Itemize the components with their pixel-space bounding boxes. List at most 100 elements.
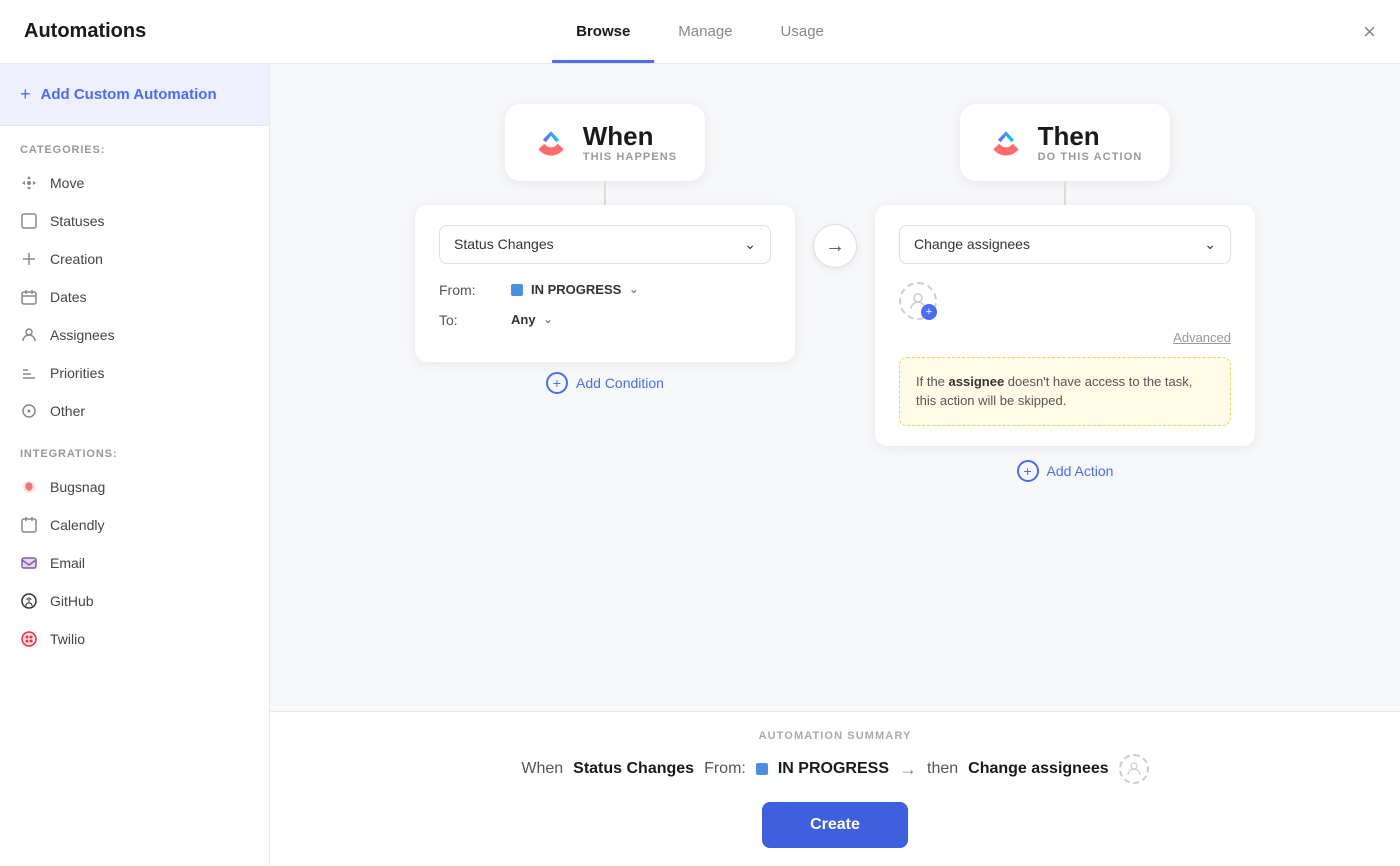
sidebar-item-creation[interactable]: Creation (0, 240, 269, 278)
header-tabs: Browse Manage Usage (552, 2, 848, 62)
summary-content: When Status Changes From: IN PROGRESS → … (330, 754, 1340, 784)
sidebar-item-statuses-label: Statuses (50, 213, 104, 229)
summary-action-bold: Change assignees (968, 760, 1109, 778)
in-progress-dot (511, 284, 523, 296)
action-connector (1064, 181, 1066, 205)
automation-canvas: When THIS HAPPENS Status Changes ⌄ From: (270, 64, 1400, 711)
sidebar-item-calendly-label: Calendly (50, 517, 104, 533)
action-select-chevron: ⌄ (1204, 236, 1216, 253)
trigger-title-block: When THIS HAPPENS (583, 122, 678, 163)
from-label: From: (439, 282, 499, 298)
other-icon (20, 402, 38, 420)
warning-bold: assignee (949, 374, 1005, 389)
integrations-label: INTEGRATIONS: (0, 430, 269, 468)
to-value: Any (511, 312, 536, 327)
calendly-icon (20, 516, 38, 534)
summary-arrow-icon: → (899, 759, 917, 780)
sidebar-item-other-label: Other (50, 403, 85, 419)
github-icon (20, 592, 38, 610)
move-icon (20, 174, 38, 192)
to-chevron-icon: ⌄ (544, 313, 553, 326)
assignees-icon (20, 326, 38, 344)
add-custom-label: Add Custom Automation (41, 86, 217, 103)
add-condition-plus-icon: + (546, 372, 568, 394)
sidebar-item-twilio-label: Twilio (50, 631, 85, 647)
summary-status-bold: Status Changes (573, 760, 694, 778)
twilio-icon (20, 630, 38, 648)
condition-select-value: Status Changes (454, 236, 554, 252)
clickup-logo-action (988, 124, 1024, 160)
summary-then: then (927, 760, 958, 778)
action-section: Then DO THIS ACTION Change assignees ⌄ (875, 104, 1255, 482)
action-select[interactable]: Change assignees ⌄ (899, 225, 1231, 264)
right-arrow-icon: → (825, 235, 845, 258)
summary-from: From: (704, 760, 746, 778)
action-subtitle: DO THIS ACTION (1038, 151, 1143, 163)
arrow-circle: → (813, 224, 857, 268)
clickup-logo-trigger (533, 124, 569, 160)
summary-bar: AUTOMATION SUMMARY When Status Changes F… (270, 711, 1400, 866)
summary-avatar (1119, 754, 1149, 784)
from-chevron-icon: ⌄ (629, 283, 638, 296)
summary-person-icon (1126, 761, 1142, 777)
avatar-plus-icon: + (921, 304, 937, 320)
action-card: Change assignees ⌄ + Advanced (875, 205, 1255, 446)
tab-usage[interactable]: Usage (757, 3, 848, 63)
summary-when: When (521, 760, 563, 778)
from-status-value: IN PROGRESS (531, 282, 621, 297)
sidebar-item-move-label: Move (50, 175, 84, 191)
sidebar-item-statuses[interactable]: Statuses (0, 202, 269, 240)
tab-manage[interactable]: Manage (654, 3, 756, 63)
add-action-plus-icon: + (1017, 460, 1039, 482)
trigger-subtitle: THIS HAPPENS (583, 151, 678, 163)
bugsnag-icon (20, 478, 38, 496)
add-condition-label: Add Condition (576, 375, 664, 391)
sidebar: + Add Custom Automation CATEGORIES: Move… (0, 64, 270, 866)
sidebar-item-assignees[interactable]: Assignees (0, 316, 269, 354)
sidebar-item-dates[interactable]: Dates (0, 278, 269, 316)
add-assignee-button[interactable]: + (899, 282, 937, 320)
sidebar-item-dates-label: Dates (50, 289, 87, 305)
trigger-title: When (583, 122, 678, 151)
add-custom-automation-button[interactable]: + Add Custom Automation (0, 64, 269, 126)
from-value-button[interactable]: IN PROGRESS ⌄ (511, 282, 639, 297)
header: Automations Browse Manage Usage × (0, 0, 1400, 64)
from-field: From: IN PROGRESS ⌄ (439, 282, 771, 298)
warning-box: If the assignee doesn't have access to t… (899, 357, 1231, 426)
plus-icon: + (20, 84, 31, 105)
tab-browse[interactable]: Browse (552, 3, 654, 63)
add-action-label: Add Action (1047, 463, 1114, 479)
advanced-link[interactable]: Advanced (899, 330, 1231, 345)
statuses-icon (20, 212, 38, 230)
action-title: Then (1038, 122, 1143, 151)
to-value-button[interactable]: Any ⌄ (511, 312, 553, 327)
sidebar-item-bugsnag-label: Bugsnag (50, 479, 105, 495)
create-button[interactable]: Create (762, 802, 908, 848)
sidebar-item-priorities-label: Priorities (50, 365, 104, 381)
condition-select-chevron: ⌄ (744, 236, 756, 253)
sidebar-item-other[interactable]: Other (0, 392, 269, 430)
trigger-section: When THIS HAPPENS Status Changes ⌄ From: (415, 104, 795, 394)
sidebar-item-priorities[interactable]: Priorities (0, 354, 269, 392)
sidebar-item-move[interactable]: Move (0, 164, 269, 202)
trigger-condition-select[interactable]: Status Changes ⌄ (439, 225, 771, 264)
main-layout: + Add Custom Automation CATEGORIES: Move… (0, 64, 1400, 866)
sidebar-item-email[interactable]: Email (0, 544, 269, 582)
sidebar-item-twilio[interactable]: Twilio (0, 620, 269, 658)
assignee-avatar-area: + (899, 282, 1231, 320)
to-field: To: Any ⌄ (439, 312, 771, 328)
email-icon (20, 554, 38, 572)
sidebar-item-calendly[interactable]: Calendly (0, 506, 269, 544)
to-label: To: (439, 312, 499, 328)
action-card-header: Then DO THIS ACTION (960, 104, 1171, 181)
sidebar-item-bugsnag[interactable]: Bugsnag (0, 468, 269, 506)
sidebar-item-assignees-label: Assignees (50, 327, 115, 343)
summary-label: AUTOMATION SUMMARY (330, 730, 1340, 742)
sidebar-item-github-label: GitHub (50, 593, 94, 609)
add-action-button[interactable]: + Add Action (1017, 460, 1114, 482)
close-icon[interactable]: × (1363, 21, 1376, 43)
action-title-block: Then DO THIS ACTION (1038, 122, 1143, 163)
creation-icon (20, 250, 38, 268)
add-condition-button[interactable]: + Add Condition (546, 372, 664, 394)
sidebar-item-github[interactable]: GitHub (0, 582, 269, 620)
